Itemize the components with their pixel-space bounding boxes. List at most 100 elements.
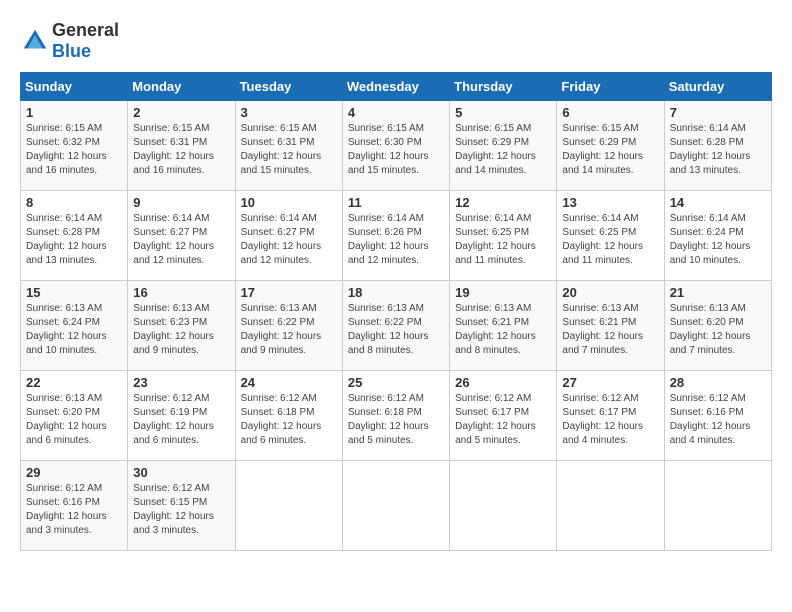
calendar-cell: 8 Sunrise: 6:14 AMSunset: 6:28 PMDaylight… xyxy=(21,191,128,281)
day-number: 25 xyxy=(348,375,444,390)
day-number: 1 xyxy=(26,105,122,120)
day-info: Sunrise: 6:13 AMSunset: 6:20 PMDaylight:… xyxy=(670,302,766,358)
calendar-cell: 23 Sunrise: 6:12 AMSunset: 6:19 PMDayligh… xyxy=(128,371,235,461)
day-number: 6 xyxy=(562,105,658,120)
calendar-body: 1 Sunrise: 6:15 AMSunset: 6:32 PMDaylight… xyxy=(21,101,772,551)
day-number: 27 xyxy=(562,375,658,390)
calendar-cell: 17Sunrise: 6:13 AMSunset: 6:22 PMDayligh… xyxy=(235,281,342,371)
day-info: Sunrise: 6:13 AMSunset: 6:22 PMDaylight:… xyxy=(241,302,337,358)
day-info: Sunrise: 6:13 AMSunset: 6:21 PMDaylight:… xyxy=(455,302,551,358)
calendar-cell: 25 Sunrise: 6:12 AMSunset: 6:18 PMDayligh… xyxy=(342,371,449,461)
calendar-week-1: 1 Sunrise: 6:15 AMSunset: 6:32 PMDaylight… xyxy=(21,101,772,191)
calendar-cell: 14 Sunrise: 6:14 AMSunset: 6:24 PMDayligh… xyxy=(664,191,771,281)
day-number: 22 xyxy=(26,375,122,390)
col-header-friday: Friday xyxy=(557,73,664,101)
col-header-sunday: Sunday xyxy=(21,73,128,101)
calendar-cell: 24 Sunrise: 6:12 AMSunset: 6:18 PMDayligh… xyxy=(235,371,342,461)
day-number: 28 xyxy=(670,375,766,390)
day-info: Sunrise: 6:12 AMSunset: 6:16 PMDaylight:… xyxy=(670,392,766,448)
day-info: Sunrise: 6:12 AMSunset: 6:16 PMDaylight:… xyxy=(26,482,122,538)
calendar-cell: 22 Sunrise: 6:13 AMSunset: 6:20 PMDayligh… xyxy=(21,371,128,461)
day-number: 19 xyxy=(455,285,551,300)
calendar-cell xyxy=(664,461,771,551)
day-info: Sunrise: 6:12 AMSunset: 6:17 PMDaylight:… xyxy=(455,392,551,448)
calendar-cell: 12Sunrise: 6:14 AMSunset: 6:25 PMDayligh… xyxy=(450,191,557,281)
calendar-cell xyxy=(342,461,449,551)
day-info: Sunrise: 6:15 AMSunset: 6:31 PMDaylight:… xyxy=(133,122,229,178)
day-info: Sunrise: 6:13 AMSunset: 6:22 PMDaylight:… xyxy=(348,302,444,358)
calendar-cell: 29Sunrise: 6:12 AMSunset: 6:16 PMDayligh… xyxy=(21,461,128,551)
calendar-cell: 20 Sunrise: 6:13 AMSunset: 6:21 PMDayligh… xyxy=(557,281,664,371)
day-number: 18 xyxy=(348,285,444,300)
calendar-week-5: 29Sunrise: 6:12 AMSunset: 6:16 PMDayligh… xyxy=(21,461,772,551)
calendar-cell: 19 Sunrise: 6:13 AMSunset: 6:21 PMDayligh… xyxy=(450,281,557,371)
calendar-cell: 27 Sunrise: 6:12 AMSunset: 6:17 PMDayligh… xyxy=(557,371,664,461)
calendar-cell: 13 Sunrise: 6:14 AMSunset: 6:25 PMDayligh… xyxy=(557,191,664,281)
day-info: Sunrise: 6:14 AMSunset: 6:28 PMDaylight:… xyxy=(670,122,766,178)
day-info: Sunrise: 6:13 AMSunset: 6:24 PMDaylight:… xyxy=(26,302,122,358)
day-number: 13 xyxy=(562,195,658,210)
day-info: Sunrise: 6:15 AMSunset: 6:29 PMDaylight:… xyxy=(455,122,551,178)
day-info: Sunrise: 6:14 AMSunset: 6:24 PMDaylight:… xyxy=(670,212,766,268)
day-number: 10 xyxy=(241,195,337,210)
calendar-cell: 11Sunrise: 6:14 AMSunset: 6:26 PMDayligh… xyxy=(342,191,449,281)
day-info: Sunrise: 6:15 AMSunset: 6:32 PMDaylight:… xyxy=(26,122,122,178)
day-number: 20 xyxy=(562,285,658,300)
calendar-cell: 9 Sunrise: 6:14 AMSunset: 6:27 PMDaylight… xyxy=(128,191,235,281)
calendar-cell xyxy=(450,461,557,551)
calendar-week-3: 15Sunrise: 6:13 AMSunset: 6:24 PMDayligh… xyxy=(21,281,772,371)
calendar-cell: 3Sunrise: 6:15 AMSunset: 6:31 PMDaylight… xyxy=(235,101,342,191)
calendar-week-4: 22 Sunrise: 6:13 AMSunset: 6:20 PMDayligh… xyxy=(21,371,772,461)
calendar-cell xyxy=(235,461,342,551)
col-header-saturday: Saturday xyxy=(664,73,771,101)
day-number: 8 xyxy=(26,195,122,210)
calendar-cell: 1 Sunrise: 6:15 AMSunset: 6:32 PMDaylight… xyxy=(21,101,128,191)
day-number: 4 xyxy=(348,105,444,120)
col-header-tuesday: Tuesday xyxy=(235,73,342,101)
calendar-cell: 6 Sunrise: 6:15 AMSunset: 6:29 PMDaylight… xyxy=(557,101,664,191)
calendar-cell: 4 Sunrise: 6:15 AMSunset: 6:30 PMDaylight… xyxy=(342,101,449,191)
day-info: Sunrise: 6:14 AMSunset: 6:26 PMDaylight:… xyxy=(348,212,444,268)
day-info: Sunrise: 6:12 AMSunset: 6:18 PMDaylight:… xyxy=(241,392,337,448)
day-info: Sunrise: 6:13 AMSunset: 6:20 PMDaylight:… xyxy=(26,392,122,448)
col-header-wednesday: Wednesday xyxy=(342,73,449,101)
calendar-week-2: 8 Sunrise: 6:14 AMSunset: 6:28 PMDaylight… xyxy=(21,191,772,281)
day-info: Sunrise: 6:13 AMSunset: 6:21 PMDaylight:… xyxy=(562,302,658,358)
calendar-cell: 18 Sunrise: 6:13 AMSunset: 6:22 PMDayligh… xyxy=(342,281,449,371)
logo: General Blue xyxy=(20,20,119,62)
day-number: 7 xyxy=(670,105,766,120)
day-info: Sunrise: 6:14 AMSunset: 6:25 PMDaylight:… xyxy=(562,212,658,268)
day-info: Sunrise: 6:12 AMSunset: 6:17 PMDaylight:… xyxy=(562,392,658,448)
day-info: Sunrise: 6:14 AMSunset: 6:28 PMDaylight:… xyxy=(26,212,122,268)
col-header-thursday: Thursday xyxy=(450,73,557,101)
day-info: Sunrise: 6:15 AMSunset: 6:30 PMDaylight:… xyxy=(348,122,444,178)
day-info: Sunrise: 6:15 AMSunset: 6:29 PMDaylight:… xyxy=(562,122,658,178)
calendar-cell: 16Sunrise: 6:13 AMSunset: 6:23 PMDayligh… xyxy=(128,281,235,371)
logo-icon xyxy=(20,26,50,56)
calendar-cell xyxy=(557,461,664,551)
day-number: 12 xyxy=(455,195,551,210)
day-info: Sunrise: 6:14 AMSunset: 6:27 PMDaylight:… xyxy=(241,212,337,268)
day-number: 23 xyxy=(133,375,229,390)
logo-text: General Blue xyxy=(52,20,119,62)
day-number: 24 xyxy=(241,375,337,390)
day-number: 14 xyxy=(670,195,766,210)
day-info: Sunrise: 6:12 AMSunset: 6:15 PMDaylight:… xyxy=(133,482,229,538)
day-info: Sunrise: 6:12 AMSunset: 6:18 PMDaylight:… xyxy=(348,392,444,448)
calendar-table: SundayMondayTuesdayWednesdayThursdayFrid… xyxy=(20,72,772,551)
calendar-cell: 7 Sunrise: 6:14 AMSunset: 6:28 PMDaylight… xyxy=(664,101,771,191)
day-info: Sunrise: 6:14 AMSunset: 6:27 PMDaylight:… xyxy=(133,212,229,268)
calendar-cell: 2Sunrise: 6:15 AMSunset: 6:31 PMDaylight… xyxy=(128,101,235,191)
calendar-cell: 28 Sunrise: 6:12 AMSunset: 6:16 PMDayligh… xyxy=(664,371,771,461)
calendar-cell: 15Sunrise: 6:13 AMSunset: 6:24 PMDayligh… xyxy=(21,281,128,371)
day-number: 3 xyxy=(241,105,337,120)
day-number: 9 xyxy=(133,195,229,210)
calendar-cell: 30 Sunrise: 6:12 AMSunset: 6:15 PMDayligh… xyxy=(128,461,235,551)
day-info: Sunrise: 6:12 AMSunset: 6:19 PMDaylight:… xyxy=(133,392,229,448)
calendar-cell: 21Sunrise: 6:13 AMSunset: 6:20 PMDayligh… xyxy=(664,281,771,371)
day-info: Sunrise: 6:13 AMSunset: 6:23 PMDaylight:… xyxy=(133,302,229,358)
day-number: 5 xyxy=(455,105,551,120)
calendar-cell: 5 Sunrise: 6:15 AMSunset: 6:29 PMDaylight… xyxy=(450,101,557,191)
day-number: 30 xyxy=(133,465,229,480)
calendar-cell: 26Sunrise: 6:12 AMSunset: 6:17 PMDayligh… xyxy=(450,371,557,461)
